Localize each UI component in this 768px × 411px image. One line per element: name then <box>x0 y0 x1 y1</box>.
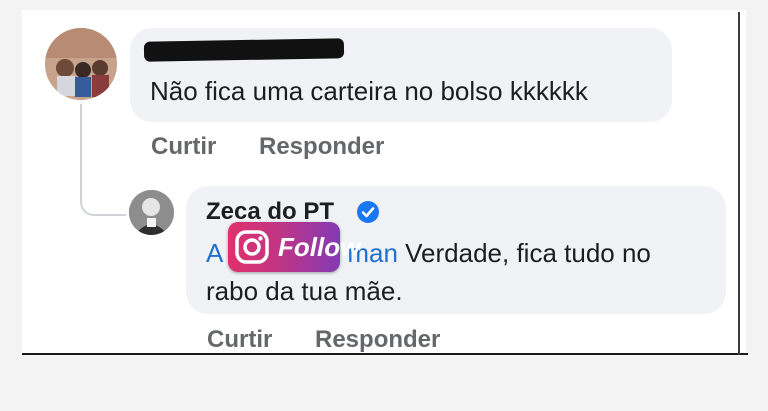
profile-photo-icon <box>129 190 174 235</box>
avatar[interactable] <box>45 28 117 100</box>
comment-text: Não fica uma carteira no bolso kkkkkk <box>150 76 588 106</box>
follow-label: Follow <box>278 232 361 262</box>
follow-overlay-badge[interactable]: Follow <box>228 222 360 272</box>
redaction-mark <box>143 38 345 62</box>
like-button[interactable]: Curtir <box>207 326 272 354</box>
scrollbar[interactable] <box>738 12 740 355</box>
mention-link[interactable]: A <box>206 238 223 268</box>
avatar[interactable] <box>129 190 174 235</box>
verified-badge-icon <box>357 201 379 223</box>
reply-thread-line <box>80 104 126 216</box>
reply-button[interactable]: Responder <box>315 326 440 354</box>
comment-bubble: Não fica uma carteira no bolso kkkkkk <box>130 28 672 122</box>
instagram-icon <box>235 230 269 264</box>
reply-button[interactable]: Responder <box>259 133 384 161</box>
group-photo-icon <box>45 28 117 100</box>
like-button[interactable]: Curtir <box>151 133 216 161</box>
